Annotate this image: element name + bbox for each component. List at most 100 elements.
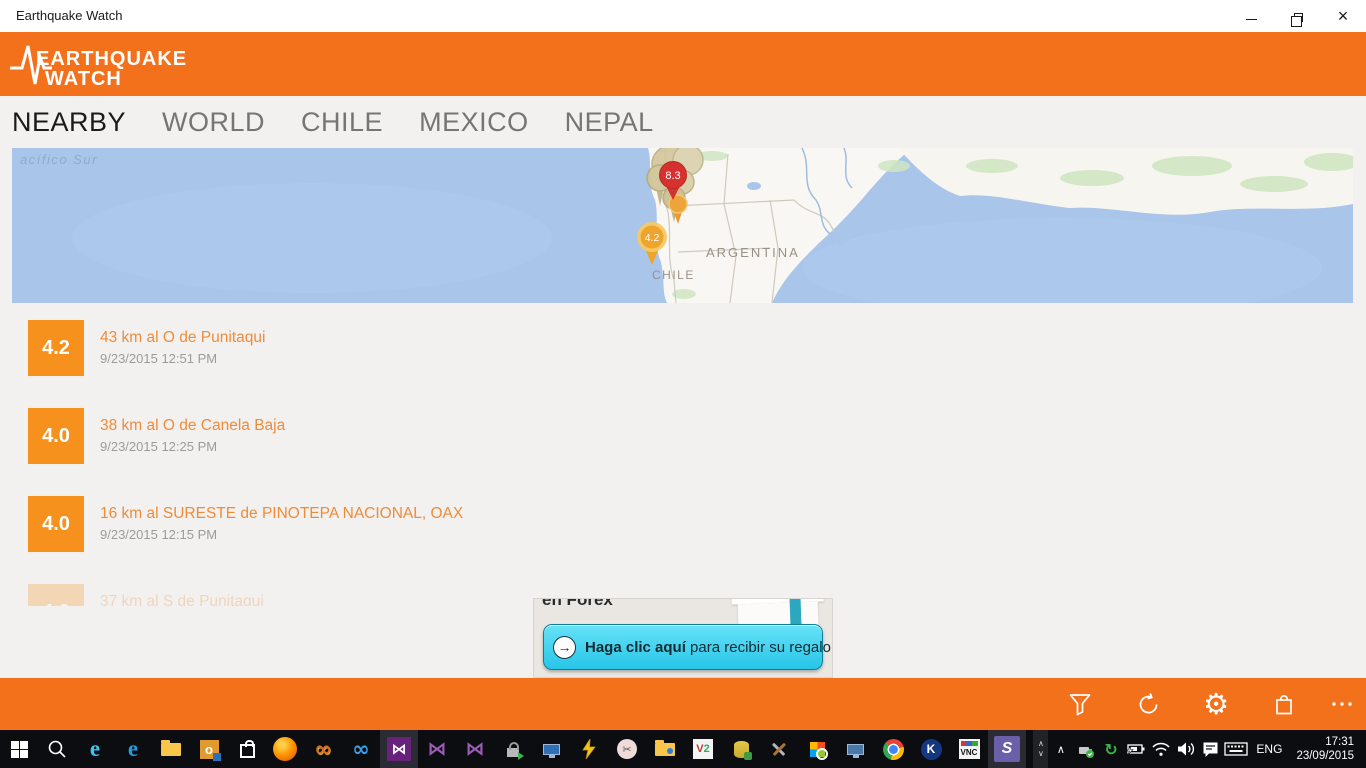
- earthquake-list: 4.2 43 km al O de Punitaqui 9/23/2015 12…: [28, 320, 928, 606]
- lock-icon: [507, 748, 519, 757]
- wifi-icon: [1151, 741, 1171, 757]
- taskbar-lightning-tool[interactable]: [570, 730, 608, 768]
- restore-icon: [1294, 13, 1303, 22]
- taskbar-snipping-tool[interactable]: ✂: [608, 730, 646, 768]
- taskbar-edge[interactable]: e: [114, 730, 152, 768]
- quake-location: 38 km al O de Canela Baja: [100, 417, 285, 435]
- taskbar-admin-tools[interactable]: [760, 730, 798, 768]
- tray-touch-keyboard[interactable]: [1223, 730, 1248, 768]
- taskbar-vnc-server[interactable]: VNC: [950, 730, 988, 768]
- taskbar-vnc-viewer[interactable]: V2: [684, 730, 722, 768]
- map-lake: [747, 182, 761, 190]
- window-controls: ×: [1228, 0, 1366, 32]
- start-button[interactable]: [0, 730, 38, 768]
- taskbar-visual-studio-1[interactable]: ⋈: [418, 730, 456, 768]
- ad-banner[interactable]: en Forex → Haga clic aquí para recibir s…: [533, 598, 833, 678]
- tray-show-hidden-icons[interactable]: ∧: [1048, 730, 1073, 768]
- speaker-icon: [1176, 740, 1196, 758]
- tray-sync[interactable]: ↻: [1098, 730, 1123, 768]
- magnitude-badge: 4.0: [28, 584, 84, 606]
- refresh-icon: [1135, 691, 1162, 718]
- settings-button[interactable]: ⚙: [1182, 678, 1250, 730]
- outlook-icon: o: [200, 740, 219, 759]
- magnitude-badge: 4.2: [28, 320, 84, 376]
- vs-infinity-icon: ∞: [314, 739, 332, 760]
- more-options-button[interactable]: [1318, 678, 1366, 730]
- clock-time: 17:31: [1296, 735, 1354, 749]
- taskbar-overflow-scroll[interactable]: ∧ ∨: [1033, 730, 1048, 768]
- restore-button[interactable]: [1274, 0, 1320, 32]
- quake-location: 16 km al SURESTE de PINOTEPA NACIONAL, O…: [100, 505, 463, 523]
- quake-list-item[interactable]: 4.0 38 km al O de Canela Baja 9/23/2015 …: [28, 408, 928, 464]
- visual-studio-outline-icon: ⋈: [466, 738, 485, 760]
- arrow-circle-icon: →: [553, 636, 576, 659]
- system-tray: ∧ ∨ ∧ ↻: [1033, 730, 1366, 768]
- taskbar-remote-computer[interactable]: [532, 730, 570, 768]
- shared-folder-icon: [655, 743, 675, 756]
- tab-nepal[interactable]: NEPAL: [565, 107, 654, 138]
- taskbar-windows-store[interactable]: [228, 730, 266, 768]
- minimize-button[interactable]: [1228, 0, 1274, 32]
- tray-clock[interactable]: 17:31 23/09/2015: [1290, 735, 1366, 763]
- store-purchase-button[interactable]: [1250, 678, 1318, 730]
- gear-icon: ⚙: [1203, 690, 1229, 719]
- tab-bar: NEARBY WORLD CHILE MEXICO NEPAL: [0, 96, 1366, 148]
- clock-date: 23/09/2015: [1296, 749, 1354, 763]
- vnc-viewer-icon: V2: [693, 739, 713, 759]
- quake-list-item[interactable]: 4.0 16 km al SURESTE de PINOTEPA NACIONA…: [28, 496, 928, 552]
- taskbar-visual-studio-active[interactable]: ⋈: [380, 730, 418, 768]
- internet-explorer-icon: e: [90, 736, 100, 762]
- taskbar-windows-search-tool[interactable]: [798, 730, 836, 768]
- keepass-icon: K: [921, 739, 942, 760]
- earthquake-map[interactable]: acífico Sur ARGENTINA CHILE: [12, 148, 1353, 303]
- taskbar-file-explorer[interactable]: [152, 730, 190, 768]
- taskbar-visual-studio-colored[interactable]: ∞: [304, 730, 342, 768]
- taskbar-chrome[interactable]: [874, 730, 912, 768]
- earthquake-watch-app: Earthquake Watch × EARTHQUAKE WATCH NEAR…: [0, 0, 1366, 768]
- language-indicator: ENG: [1248, 742, 1290, 756]
- taskbar-database-tool[interactable]: [722, 730, 760, 768]
- ad-cta-bold: Haga clic aquí: [585, 639, 686, 656]
- taskbar-shared-folder[interactable]: [646, 730, 684, 768]
- tab-mexico[interactable]: MEXICO: [419, 107, 529, 138]
- taskbar-firefox[interactable]: [266, 730, 304, 768]
- map-ocean-label: acífico Sur: [20, 152, 98, 167]
- quake-location: 43 km al O de Punitaqui: [100, 329, 265, 347]
- quake-list-item[interactable]: 4.2 43 km al O de Punitaqui 9/23/2015 12…: [28, 320, 928, 376]
- tab-world[interactable]: WORLD: [162, 107, 265, 138]
- taskbar-outlook[interactable]: o: [190, 730, 228, 768]
- taskbar-credential-lock[interactable]: [494, 730, 532, 768]
- store-bag-icon: [240, 744, 255, 758]
- tray-usb-device[interactable]: [1073, 730, 1098, 768]
- quake-datetime: 9/23/2015 12:25 PM: [100, 439, 285, 454]
- tab-nearby[interactable]: NEARBY: [12, 107, 126, 138]
- app-command-bar: ⚙: [0, 678, 1366, 730]
- keyboard-icon: [1224, 741, 1248, 757]
- taskbar-active-app[interactable]: S: [988, 730, 1026, 768]
- app-header: EARTHQUAKE WATCH: [0, 32, 1366, 96]
- taskbar-visual-studio-2[interactable]: ⋈: [456, 730, 494, 768]
- taskbar-blend[interactable]: ∞: [342, 730, 380, 768]
- tray-language[interactable]: ENG: [1248, 730, 1290, 768]
- magnitude-badge: 4.0: [28, 496, 84, 552]
- taskbar-keepass[interactable]: K: [912, 730, 950, 768]
- tray-power[interactable]: [1123, 730, 1148, 768]
- filter-button[interactable]: [1046, 678, 1114, 730]
- edge-icon: e: [128, 736, 138, 762]
- taskbar-search-button[interactable]: [38, 730, 76, 768]
- action-center-icon: [1201, 740, 1220, 758]
- close-button[interactable]: ×: [1320, 0, 1366, 32]
- ad-cta-button[interactable]: → Haga clic aquí para recibir su regalo: [543, 624, 823, 670]
- taskbar-network-computer[interactable]: [836, 730, 874, 768]
- tray-volume[interactable]: [1173, 730, 1198, 768]
- search-icon: [47, 739, 67, 759]
- tray-wifi[interactable]: [1148, 730, 1173, 768]
- tab-chile[interactable]: CHILE: [301, 107, 383, 138]
- magnitude-badge: 4.0: [28, 408, 84, 464]
- firefox-icon: [273, 737, 297, 761]
- refresh-button[interactable]: [1114, 678, 1182, 730]
- active-app-icon: S: [994, 736, 1020, 762]
- tray-action-center[interactable]: [1198, 730, 1223, 768]
- taskbar-internet-explorer[interactable]: e: [76, 730, 114, 768]
- scroll-up-icon: ∧: [1038, 740, 1044, 748]
